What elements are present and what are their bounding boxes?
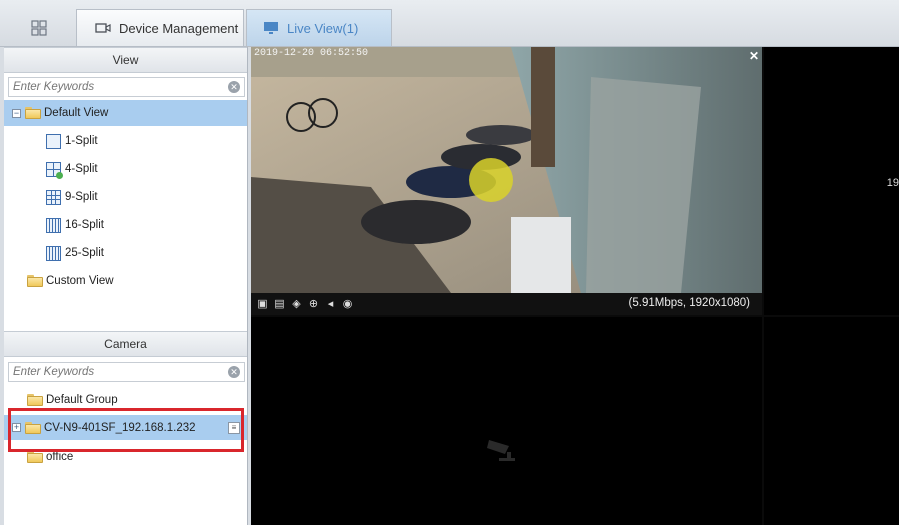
tree-item-16-split[interactable]: 16-Split xyxy=(4,212,247,238)
tree-item-25-split[interactable]: 25-Split xyxy=(4,240,247,266)
status-dot xyxy=(56,171,63,179)
tree-item-label: 1-Split xyxy=(65,135,98,147)
camera-search-input[interactable] xyxy=(9,363,213,381)
tree-item-label: 9-Split xyxy=(65,191,98,203)
record-icon[interactable]: ▤ xyxy=(274,298,285,310)
top-tab-bar: Device Management Live View(1) xyxy=(0,0,899,47)
view-search-input[interactable] xyxy=(9,78,213,96)
tab-live-view[interactable]: Live View(1) xyxy=(246,9,392,46)
tree-item-custom-view[interactable]: Custom View xyxy=(4,268,247,294)
video-control-bar: ▣ ▤ ◈ ⊕ ◂ ◉ (5.91Mbps, 1920x1080) xyxy=(251,293,762,315)
split-25-icon xyxy=(46,245,61,261)
folder-icon xyxy=(25,107,41,119)
camera-feed: 2019-12-20 06:52:50 ✕ xyxy=(251,47,762,293)
camera-image xyxy=(251,47,762,293)
view-panel-title: View xyxy=(4,47,247,73)
live-view-area: 2019-12-20 06:52:50 ✕ ▣ ▤ ◈ ⊕ ◂ ◉ (5.91M… xyxy=(251,47,899,525)
folder-icon xyxy=(27,394,43,406)
split-1-icon xyxy=(46,133,61,149)
split-4-icon xyxy=(46,161,63,179)
monitor-icon xyxy=(264,22,278,34)
folder-icon xyxy=(27,451,43,463)
clear-icon[interactable]: ✕ xyxy=(228,81,240,93)
tab-device-management[interactable]: Device Management xyxy=(76,9,244,46)
collapse-icon[interactable]: − xyxy=(12,108,21,118)
clear-icon[interactable]: ✕ xyxy=(228,366,240,378)
tree-item-label: 16-Split xyxy=(65,219,104,231)
tree-item-label: office xyxy=(46,451,74,463)
tree-item-label: Custom View xyxy=(46,275,114,287)
bitrate-label-partial: 19 xyxy=(886,177,899,189)
highlight-box xyxy=(8,408,244,452)
tree-item-1-split[interactable]: 1-Split xyxy=(4,128,247,154)
close-icon[interactable]: ✕ xyxy=(749,49,759,63)
audio-icon[interactable]: ◂ xyxy=(325,298,336,310)
tab-device-management-label: Device Management xyxy=(119,20,239,36)
tree-item-label: Default View xyxy=(44,107,109,119)
tree-item-9-split[interactable]: 9-Split xyxy=(4,184,247,210)
video-cell-2[interactable]: 19 xyxy=(764,47,899,315)
camera-search-box: ✕ xyxy=(8,362,245,382)
no-video-camera-icon xyxy=(487,440,515,461)
camera-icon xyxy=(95,23,111,33)
timestamp: 2019-12-20 06:52:50 xyxy=(254,48,369,59)
left-panel: View ✕ − Default View 1-Split 4-Split 9-… xyxy=(4,47,248,525)
video-cell-1[interactable]: 2019-12-20 06:52:50 ✕ ▣ ▤ ◈ ⊕ ◂ ◉ (5.91M… xyxy=(251,47,762,315)
video-cell-3[interactable] xyxy=(251,317,762,525)
tree-item-label: Default Group xyxy=(46,394,118,406)
tree-item-4-split[interactable]: 4-Split xyxy=(4,156,247,182)
tree-item-default-view[interactable]: − Default View xyxy=(4,100,247,126)
tree-item-label: 25-Split xyxy=(65,247,104,259)
tree-item-label: 4-Split xyxy=(65,163,98,175)
playback-icon[interactable]: ◉ xyxy=(342,298,353,310)
grid-icon xyxy=(31,19,47,36)
split-9-icon xyxy=(46,189,61,205)
camera-panel-title: Camera xyxy=(4,331,247,357)
folder-icon xyxy=(27,275,43,287)
bitrate-label: (5.91Mbps, 1920x1080) xyxy=(628,297,750,309)
ptz-icon[interactable]: ◈ xyxy=(291,298,302,310)
view-search-box: ✕ xyxy=(8,77,245,97)
video-cell-4[interactable] xyxy=(764,317,899,525)
zoom-icon[interactable]: ⊕ xyxy=(308,298,319,310)
tab-home[interactable] xyxy=(4,9,74,46)
split-16-icon xyxy=(46,217,61,233)
snapshot-icon[interactable]: ▣ xyxy=(257,298,268,310)
tab-live-view-label: Live View(1) xyxy=(287,20,359,36)
